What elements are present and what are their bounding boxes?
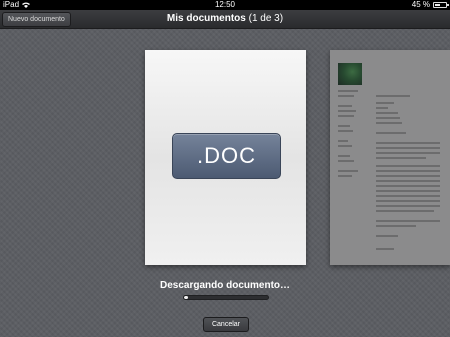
letter-text-line <box>376 157 426 159</box>
letter-header-image <box>338 63 362 85</box>
letter-text-line <box>376 205 440 207</box>
letter-text-line <box>376 200 440 202</box>
letter-text-line <box>338 125 350 127</box>
letter-text-line <box>376 152 440 154</box>
letter-text-line <box>338 145 352 147</box>
navigation-bar: Nuevo documento Mis documentos (1 de 3) <box>0 10 450 29</box>
letter-text-line <box>338 110 356 112</box>
doc-format-badge: .DOC <box>172 133 281 179</box>
letter-text-line <box>376 132 406 134</box>
letter-text-line <box>376 102 394 104</box>
letter-text-line <box>376 180 440 182</box>
battery-icon <box>433 2 449 8</box>
letter-text-line <box>338 130 353 132</box>
letter-text-line <box>376 170 440 172</box>
page-count: (1 de 3) <box>248 13 284 24</box>
letter-text-line <box>338 90 358 92</box>
cancel-button[interactable]: Cancelar <box>203 317 249 332</box>
next-document-preview[interactable] <box>330 50 450 265</box>
letter-text-line <box>338 175 352 177</box>
letter-text-line <box>338 170 358 172</box>
battery-percent: 45 % <box>411 0 430 9</box>
letter-text-line <box>376 122 402 124</box>
clock: 12:50 <box>214 0 236 9</box>
letter-text-line <box>376 165 440 167</box>
status-bar: iPad 12:50 45 % <box>0 0 450 10</box>
letter-text-line <box>376 225 416 227</box>
status-right: 45 % <box>411 0 449 10</box>
letter-text-line <box>338 105 352 107</box>
current-document-card[interactable]: .DOC <box>145 50 306 265</box>
download-status-label: Descargando documento… <box>159 280 291 291</box>
letter-text-line <box>376 117 400 119</box>
letter-text-line <box>376 112 398 114</box>
letter-text-line <box>376 185 440 187</box>
letter-text-line <box>376 142 440 144</box>
letter-text-line <box>376 195 440 197</box>
letter-text-line <box>338 160 354 162</box>
page-title: Mis documentos (1 de 3) <box>0 10 450 28</box>
letter-text-line <box>338 95 354 97</box>
page-title-text: Mis documentos <box>166 13 246 24</box>
download-progress-bar <box>183 295 269 300</box>
letter-text-line <box>376 95 410 97</box>
letter-text-line <box>376 235 398 237</box>
letter-text-line <box>376 248 394 250</box>
letter-text-line <box>376 190 440 192</box>
letter-text-line <box>338 140 348 142</box>
letter-text-line <box>376 220 440 222</box>
letter-text-line <box>338 155 350 157</box>
letter-text-line <box>338 115 354 117</box>
download-progress-fill <box>184 296 189 299</box>
letter-text-line <box>376 175 440 177</box>
letter-text-line <box>376 107 388 109</box>
letter-text-line <box>376 147 440 149</box>
letter-text-line <box>376 210 434 212</box>
